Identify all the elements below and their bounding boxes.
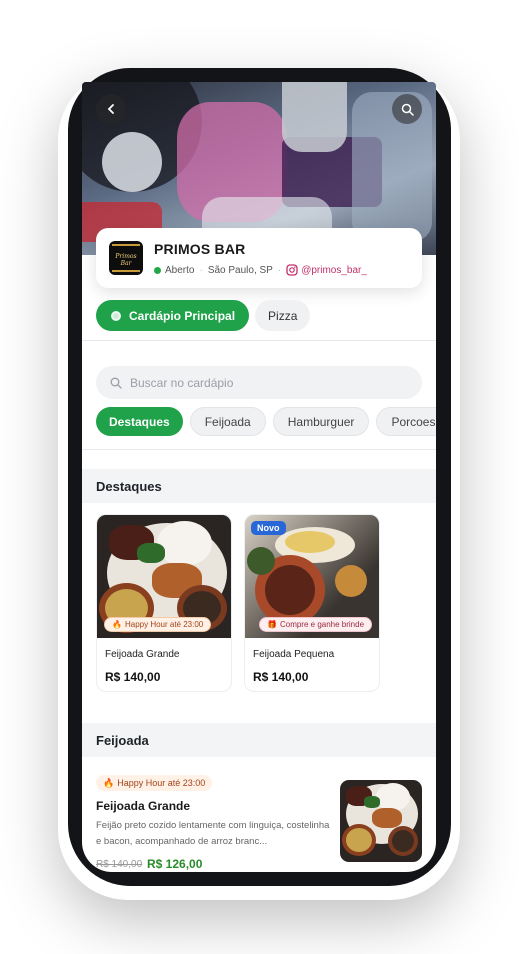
instagram-link[interactable]: @primos_bar_ — [286, 264, 367, 276]
promo-tag-label: Happy Hour até 23:00 — [124, 620, 204, 629]
divider — [82, 449, 436, 450]
item-description: Feijão preto cozido lentamente com lingu… — [96, 820, 330, 847]
divider — [82, 340, 436, 341]
search-input[interactable]: Buscar no cardápio — [96, 366, 422, 399]
category-porcoes[interactable]: Porcoes — [376, 407, 436, 436]
search-icon — [401, 103, 414, 116]
promo-tag: 🔥 Happy Hour até 23:00 — [104, 617, 212, 632]
fire-icon: 🔥 — [103, 777, 115, 788]
item-old-price: R$ 140,00 — [96, 859, 143, 870]
store-logo: Primos Bar — [109, 241, 143, 275]
plate-icon — [111, 310, 121, 321]
item-price: R$ 126,00 — [147, 857, 203, 871]
featured-card[interactable]: 🔥 Happy Hour até 23:00 Feijoada Grande R… — [96, 514, 232, 692]
search-icon — [110, 377, 122, 389]
page: Primos Bar PRIMOS BAR Aberto · São Paulo… — [0, 0, 519, 954]
chevron-left-icon — [107, 104, 114, 114]
store-location: São Paulo, SP — [207, 264, 273, 276]
tab-main-menu[interactable]: Cardápio Principal — [96, 300, 250, 331]
tab-pizza-label: Pizza — [268, 308, 298, 323]
store-meta: Aberto · São Paulo, SP · @primos_bar_ — [154, 264, 367, 276]
store-info-card: Primos Bar PRIMOS BAR Aberto · São Paulo… — [96, 228, 422, 288]
category-hamburguer[interactable]: Hamburguer — [272, 407, 370, 436]
meta-separator: · — [277, 264, 282, 276]
section-header-feijoada: Feijoada — [82, 723, 436, 757]
category-destaques[interactable]: Destaques — [96, 407, 183, 436]
featured-price: R$ 140,00 — [105, 670, 161, 684]
promo-tag-label: Happy Hour até 23:00 — [117, 778, 206, 788]
featured-card[interactable]: Novo 🎁 Compre e ganhe brinde Feijoada Pe… — [244, 514, 380, 692]
promo-tag: 🔥 Happy Hour até 23:00 — [96, 775, 213, 791]
search-placeholder: Buscar no cardápio — [130, 375, 234, 390]
category-chips: Destaques Feijoada Hamburguer Porcoes — [96, 407, 436, 436]
featured-name: Feijoada Grande — [105, 649, 180, 660]
fire-icon: 🔥 — [112, 620, 122, 629]
food-image — [340, 780, 422, 862]
instagram-icon — [286, 264, 298, 276]
app-screen: Primos Bar PRIMOS BAR Aberto · São Paulo… — [82, 82, 436, 872]
featured-price: R$ 140,00 — [253, 670, 309, 684]
open-status-dot — [154, 266, 161, 274]
promo-tag-label: Compre e ganhe brinde — [279, 620, 365, 629]
section-title: Destaques — [96, 479, 162, 494]
gift-icon: 🎁 — [267, 620, 277, 629]
tab-pizza[interactable]: Pizza — [255, 300, 311, 331]
section-header-featured: Destaques — [82, 469, 436, 503]
promo-tag: 🎁 Compre e ganhe brinde — [259, 617, 373, 632]
meta-separator: · — [199, 264, 203, 276]
back-button[interactable] — [96, 94, 126, 124]
search-button[interactable] — [392, 94, 422, 124]
store-logo-text: Primos Bar — [115, 253, 137, 267]
category-feijoada[interactable]: Feijoada — [189, 407, 266, 436]
section-title: Feijoada — [96, 733, 149, 748]
instagram-handle: @primos_bar_ — [301, 264, 367, 276]
item-name: Feijoada Grande — [96, 799, 191, 813]
tab-main-menu-label: Cardápio Principal — [129, 308, 236, 323]
featured-name: Feijoada Pequena — [253, 649, 335, 660]
open-status: Aberto — [165, 264, 195, 276]
store-name: PRIMOS BAR — [154, 241, 246, 257]
new-badge: Novo — [251, 521, 286, 535]
menu-tabs: Cardápio Principal Pizza — [96, 300, 311, 331]
